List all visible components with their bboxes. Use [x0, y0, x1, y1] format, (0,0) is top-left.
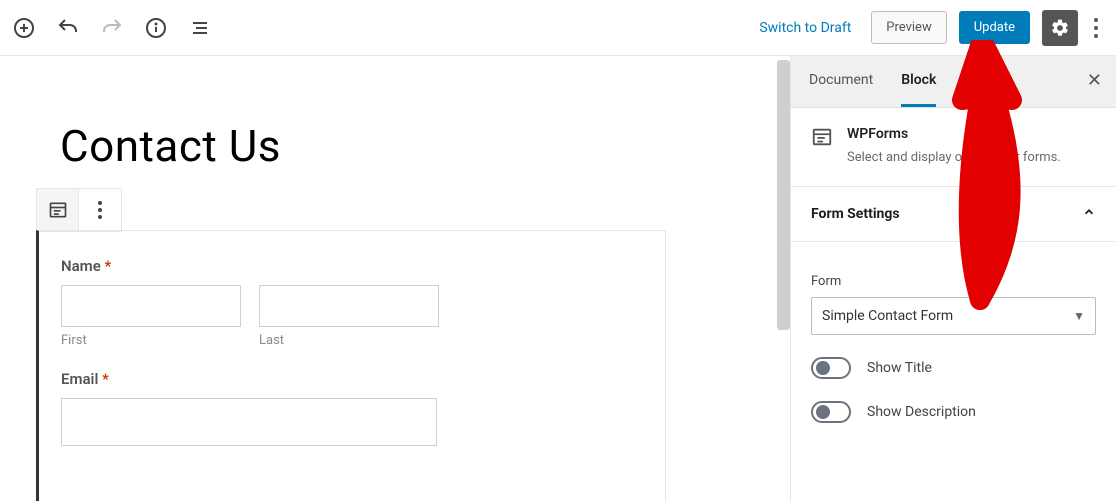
settings-sidebar: Document Block ✕ WPForms Select and disp… [790, 56, 1116, 501]
last-name-sublabel: Last [259, 333, 439, 348]
block-description: Select and display one of your forms. [847, 148, 1061, 168]
editor-topbar: Switch to Draft Preview Update [0, 0, 1116, 56]
first-name-input[interactable] [61, 285, 241, 327]
form-settings-title: Form Settings [811, 206, 900, 222]
switch-to-draft-link[interactable]: Switch to Draft [759, 20, 851, 36]
topbar-left-tools [8, 16, 212, 40]
settings-gear-button[interactable] [1042, 10, 1078, 46]
chevron-down-icon: ▼ [1073, 309, 1085, 323]
first-name-sublabel: First [61, 333, 241, 348]
block-toolbar [36, 188, 122, 232]
show-title-label: Show Title [867, 360, 932, 376]
undo-button[interactable] [56, 16, 80, 40]
first-name-field: First [61, 285, 241, 348]
editor-canvas-wrap: Contact Us Name * First [0, 56, 790, 501]
email-input[interactable] [61, 398, 437, 446]
show-description-toggle-row: Show Description [811, 401, 1096, 423]
form-select-value: Simple Contact Form [822, 308, 953, 324]
wpforms-block[interactable]: Name * First Last Email * [36, 230, 666, 501]
show-title-toggle[interactable] [811, 357, 851, 379]
form-settings-header[interactable]: Form Settings [791, 187, 1116, 242]
name-field-label: Name * [61, 257, 643, 275]
show-description-label: Show Description [867, 404, 976, 420]
tab-document[interactable]: Document [809, 56, 873, 107]
block-type-icon-button[interactable] [37, 189, 79, 231]
sidebar-tabs: Document Block ✕ [791, 56, 1116, 108]
show-description-toggle[interactable] [811, 401, 851, 423]
editor-canvas[interactable]: Contact Us Name * First [0, 56, 790, 172]
preview-button[interactable]: Preview [871, 11, 946, 44]
block-name-label: WPForms [847, 126, 1061, 142]
email-field-label: Email * [61, 370, 643, 388]
block-info-section: WPForms Select and display one of your f… [791, 108, 1116, 187]
form-select-dropdown[interactable]: Simple Contact Form ▼ [811, 297, 1096, 335]
redo-button[interactable] [100, 16, 124, 40]
required-mark: * [102, 370, 109, 388]
more-options-button[interactable] [1084, 18, 1108, 38]
last-name-input[interactable] [259, 285, 439, 327]
add-block-button[interactable] [12, 16, 36, 40]
show-title-toggle-row: Show Title [811, 357, 1096, 379]
update-button[interactable]: Update [959, 11, 1030, 44]
close-sidebar-button[interactable]: ✕ [1087, 70, 1102, 91]
tab-block[interactable]: Block [901, 56, 936, 107]
form-select-label: Form [811, 274, 1096, 289]
info-button[interactable] [144, 16, 168, 40]
page-title[interactable]: Contact Us [60, 120, 730, 172]
required-mark: * [105, 257, 112, 275]
chevron-up-icon [1082, 205, 1096, 223]
editor-body: Contact Us Name * First [0, 56, 1116, 501]
wpforms-icon [811, 126, 833, 168]
last-name-field: Last [259, 285, 439, 348]
block-more-button[interactable] [79, 189, 121, 231]
outline-button[interactable] [188, 16, 212, 40]
form-settings-body: Form Simple Contact Form ▼ Show Title Sh… [791, 242, 1116, 441]
